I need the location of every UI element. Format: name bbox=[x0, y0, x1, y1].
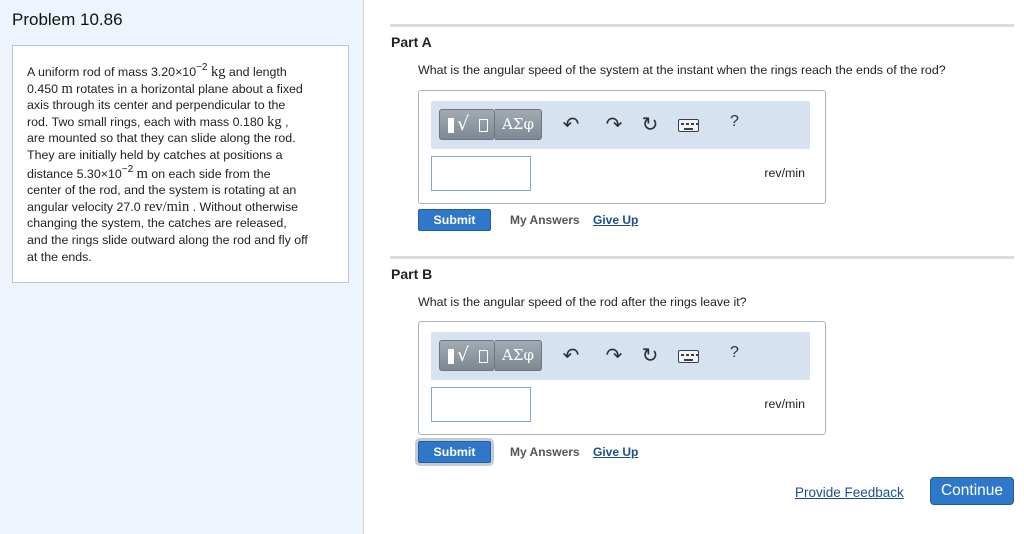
help-icon[interactable]: ? bbox=[730, 113, 739, 131]
problem-statement: A uniform rod of mass 3.20×10−2 kg and l… bbox=[12, 45, 349, 283]
redo-icon[interactable]: ↷ bbox=[602, 343, 626, 367]
problem-line-8: center of the rod, and the system is rot… bbox=[27, 183, 297, 198]
problem-line-9: angular velocity 27.0 rev/min . Without … bbox=[27, 198, 299, 215]
problem-line-4: rod. Two small rings, each with mass 0.1… bbox=[27, 113, 289, 130]
part-a-submit-button[interactable]: Submit bbox=[418, 209, 491, 231]
problem-panel: Problem 10.86 A uniform rod of mass 3.20… bbox=[0, 0, 364, 534]
part-b-give-up-link[interactable]: Give Up bbox=[593, 445, 638, 459]
part-a-answer-input[interactable] bbox=[431, 156, 531, 191]
part-a-divider bbox=[390, 24, 1014, 27]
cursor-icon bbox=[448, 349, 454, 364]
part-b-my-answers[interactable]: My Answers bbox=[510, 445, 580, 459]
problem-line-2: 0.450 m rotates in a horizontal plane ab… bbox=[27, 80, 303, 97]
part-b-answer-box: √ ΑΣφ ↶ ↷ ↻ ? rev/min bbox=[418, 321, 826, 435]
part-b-submit-button[interactable]: Submit bbox=[415, 438, 494, 466]
problem-line-1: A uniform rod of mass 3.20×10−2 kg and l… bbox=[27, 62, 287, 81]
help-icon[interactable]: ? bbox=[730, 344, 739, 362]
undo-icon[interactable]: ↶ bbox=[559, 343, 583, 367]
part-a-give-up-link[interactable]: Give Up bbox=[593, 213, 638, 227]
part-b-unit: rev/min bbox=[764, 397, 805, 411]
undo-icon[interactable]: ↶ bbox=[559, 112, 583, 136]
continue-button[interactable]: Continue bbox=[930, 477, 1014, 505]
reset-icon[interactable]: ↻ bbox=[638, 343, 662, 367]
cursor-icon bbox=[448, 118, 454, 133]
box-icon bbox=[479, 119, 488, 132]
part-b-question: What is the angular speed of the rod aft… bbox=[418, 295, 747, 309]
problem-line-12: at the ends. bbox=[27, 249, 92, 264]
part-b-divider bbox=[390, 256, 1014, 259]
part-a-unit: rev/min bbox=[764, 166, 805, 180]
part-a-my-answers[interactable]: My Answers bbox=[510, 213, 580, 227]
problem-line-7: distance 5.30×10−2 m on each side from t… bbox=[27, 163, 271, 182]
problem-line-6: They are initially held by catches at po… bbox=[27, 147, 283, 162]
keyboard-icon[interactable] bbox=[678, 119, 699, 132]
radical-icon: √ bbox=[457, 344, 470, 366]
part-b-answer-input[interactable] bbox=[431, 387, 531, 422]
problem-line-10: changing the system, the catches are rel… bbox=[27, 216, 287, 231]
part-a-title: Part A bbox=[391, 34, 432, 50]
problem-line-11: and the rings slide outward along the ro… bbox=[27, 232, 308, 247]
part-b-title: Part B bbox=[391, 266, 433, 282]
templates-button[interactable]: √ bbox=[439, 109, 495, 140]
problem-line-3: axis through its center and perpendicula… bbox=[27, 98, 286, 113]
box-icon bbox=[479, 350, 488, 363]
problem-title: Problem 10.86 bbox=[12, 10, 123, 29]
redo-icon[interactable]: ↷ bbox=[602, 112, 626, 136]
keyboard-icon[interactable] bbox=[678, 350, 699, 363]
part-a-question: What is the angular speed of the system … bbox=[418, 63, 946, 77]
greek-symbols-button[interactable]: ΑΣφ bbox=[495, 340, 542, 371]
problem-line-5: are mounted so that they can slide along… bbox=[27, 131, 296, 146]
reset-icon[interactable]: ↻ bbox=[638, 112, 662, 136]
templates-button[interactable]: √ bbox=[439, 340, 495, 371]
part-a-answer-box: √ ΑΣφ ↶ ↷ ↻ ? rev/min bbox=[418, 90, 826, 204]
greek-symbols-button[interactable]: ΑΣφ bbox=[495, 109, 542, 140]
part-b-math-toolbar: √ ΑΣφ ↶ ↷ ↻ ? bbox=[431, 332, 810, 380]
part-a-math-toolbar: √ ΑΣφ ↶ ↷ ↻ ? bbox=[431, 101, 810, 149]
provide-feedback-link[interactable]: Provide Feedback bbox=[795, 485, 904, 500]
radical-icon: √ bbox=[457, 113, 470, 135]
